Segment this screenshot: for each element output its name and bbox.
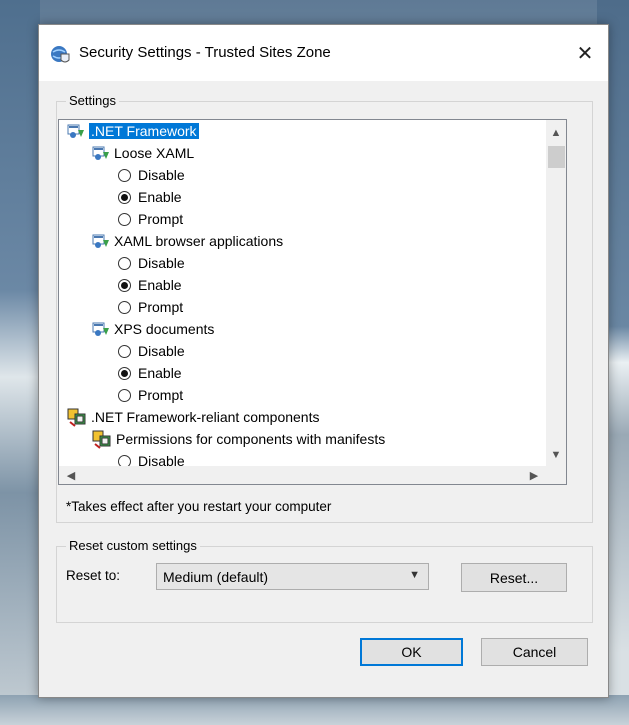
radio-label: Prompt — [138, 211, 184, 227]
radio-loose-xaml-prompt[interactable]: Prompt — [118, 208, 183, 230]
tree-item-label: Loose XAML — [114, 145, 195, 161]
desktop-background-bottom — [0, 695, 629, 725]
cancel-button[interactable]: Cancel — [481, 638, 588, 666]
radio-button[interactable] — [118, 344, 131, 358]
scroll-left-icon[interactable]: ◀ — [61, 466, 81, 484]
tree-item-label: Permissions for components with manifest… — [116, 431, 386, 447]
radio-xaml-browser-prompt[interactable]: Prompt — [118, 296, 183, 318]
cancel-button-label: Cancel — [512, 644, 557, 660]
close-button[interactable]: ✕ — [562, 25, 608, 81]
tree-item-net-framework[interactable]: .NET Framework — [67, 120, 199, 142]
dialog-title: Security Settings - Trusted Sites Zone — [79, 44, 331, 61]
tree-item-reliant-components[interactable]: .NET Framework-reliant components — [67, 406, 319, 428]
ok-button-label: OK — [401, 644, 422, 660]
radio-xps-prompt[interactable]: Prompt — [118, 384, 183, 406]
radio-label: Prompt — [138, 387, 184, 403]
radio-xps-disable[interactable]: Disable — [118, 340, 185, 362]
net-settings-icon — [92, 146, 109, 160]
tree-item-label: .NET Framework — [89, 123, 199, 139]
radio-label: Disable — [138, 255, 185, 271]
ok-button[interactable]: OK — [360, 638, 463, 666]
reset-group-label: Reset custom settings — [66, 538, 200, 553]
radio-button[interactable] — [118, 168, 131, 182]
radio-button[interactable] — [118, 190, 131, 204]
horizontal-scrollbar[interactable]: ◀ ▶ — [59, 466, 546, 484]
component-icon — [67, 408, 86, 427]
radio-button[interactable] — [118, 366, 131, 380]
tree-item-loose-xaml[interactable]: Loose XAML — [92, 142, 194, 164]
radio-label: Disable — [138, 343, 185, 359]
tree-item-label: XPS documents — [114, 321, 215, 337]
net-settings-icon — [92, 234, 109, 248]
shield-globe-icon — [51, 46, 70, 63]
tree-item-label: .NET Framework-reliant components — [91, 409, 320, 425]
net-settings-icon — [92, 322, 109, 336]
reset-to-label: Reset to: — [66, 568, 121, 583]
radio-label: Prompt — [138, 299, 184, 315]
radio-xaml-browser-enable[interactable]: Enable — [118, 274, 182, 296]
scroll-down-icon[interactable]: ▼ — [546, 446, 566, 464]
radio-label: Enable — [138, 189, 182, 205]
scroll-right-icon[interactable]: ▶ — [524, 466, 544, 484]
radio-button[interactable] — [118, 212, 131, 226]
component-icon — [92, 430, 111, 449]
reset-button-label: Reset... — [489, 569, 539, 586]
radio-label: Enable — [138, 365, 182, 381]
radio-button[interactable] — [118, 278, 131, 292]
tree-item-permissions[interactable]: Permissions for components with manifest… — [92, 428, 385, 450]
desktop-background-left — [0, 0, 40, 725]
net-settings-icon — [67, 124, 84, 138]
vertical-scrollbar[interactable]: ▲ ▼ — [546, 120, 566, 466]
tree-item-xps-documents[interactable]: XPS documents — [92, 318, 214, 340]
restart-note: *Takes effect after you restart your com… — [66, 499, 332, 514]
radio-loose-xaml-enable[interactable]: Enable — [118, 186, 182, 208]
radio-button[interactable] — [118, 300, 131, 314]
chevron-down-icon: ▼ — [409, 569, 420, 581]
tree-item-xaml-browser[interactable]: XAML browser applications — [92, 230, 283, 252]
radio-xps-enable[interactable]: Enable — [118, 362, 182, 384]
radio-label: Enable — [138, 277, 182, 293]
radio-loose-xaml-disable[interactable]: Disable — [118, 164, 185, 186]
reset-level-value: Medium (default) — [163, 569, 269, 585]
security-settings-dialog: Security Settings - Trusted Sites Zone ✕… — [38, 24, 609, 698]
reset-button[interactable]: Reset... — [461, 563, 567, 592]
radio-label: Disable — [138, 167, 185, 183]
title-bar[interactable]: Security Settings - Trusted Sites Zone ✕ — [39, 25, 608, 81]
scroll-up-icon[interactable]: ▲ — [546, 124, 566, 142]
close-icon: ✕ — [576, 42, 594, 65]
scrollbar-corner — [546, 466, 566, 484]
radio-xaml-browser-disable[interactable]: Disable — [118, 252, 185, 274]
tree-item-label: XAML browser applications — [114, 233, 284, 249]
settings-tree[interactable]: .NET Framework Loose XAML Disable Enable… — [58, 119, 567, 485]
settings-group-label: Settings — [66, 93, 119, 108]
reset-level-dropdown[interactable]: Medium (default) ▼ — [156, 563, 429, 590]
radio-button[interactable] — [118, 388, 131, 402]
radio-button[interactable] — [118, 256, 131, 270]
vertical-scroll-thumb[interactable] — [548, 146, 565, 168]
